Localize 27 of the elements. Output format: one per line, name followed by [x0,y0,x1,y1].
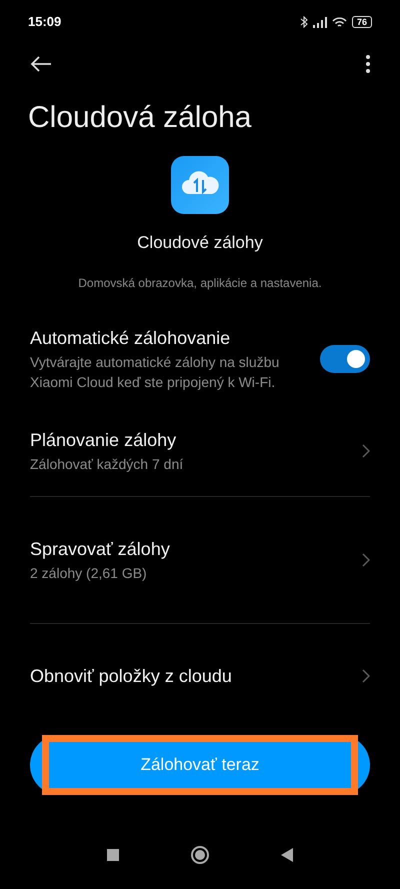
setting-description: 2 zálohy (2,61 GB) [30,564,148,582]
setting-title: Automatické zálohovanie [30,326,232,350]
setting-row[interactable]: Plánovanie zálohy Zálohovať každých 7 dní [0,406,400,496]
service-description: Domovská obrazovka, aplikácie a nastavenia. [78,274,322,292]
setting-title: Plánovanie zálohy [30,428,178,452]
setting-row[interactable]: Spravovať zálohy 2 zálohy (2,61 GB) [0,514,400,604]
page-title: Cloudová záloha [27,100,252,136]
status-time: 15:09 [28,13,62,32]
setting-description: Zálohovať každých 7 dní [30,454,184,474]
chevron-right-icon [362,552,370,566]
toggle-switch[interactable] [320,344,370,372]
chevron-right-icon [362,668,370,682]
setting-row[interactable]: Obnoviť položky z cloudu [0,642,400,710]
service-name: Cloudové zálohy [137,232,263,254]
setting-description: Vytvárajte automatické zálohy na službu Xiaomi Cloud keď ste pripojený k Wi-Fi. [30,352,280,392]
setting-title: Spravovať zálohy [30,538,171,560]
more-options-icon[interactable] [366,55,370,73]
bluetooth-icon [300,16,308,28]
home-button[interactable] [191,846,209,864]
back-button[interactable] [281,848,293,862]
wifi-icon [332,16,347,28]
setting-title: Obnoviť položky z cloudu [30,664,233,688]
chevron-right-icon [362,444,370,458]
cloud-sync-icon [171,156,229,214]
signal-icon [312,16,327,28]
back-arrow-icon[interactable] [30,56,52,72]
battery-indicator: 76 [352,16,372,28]
